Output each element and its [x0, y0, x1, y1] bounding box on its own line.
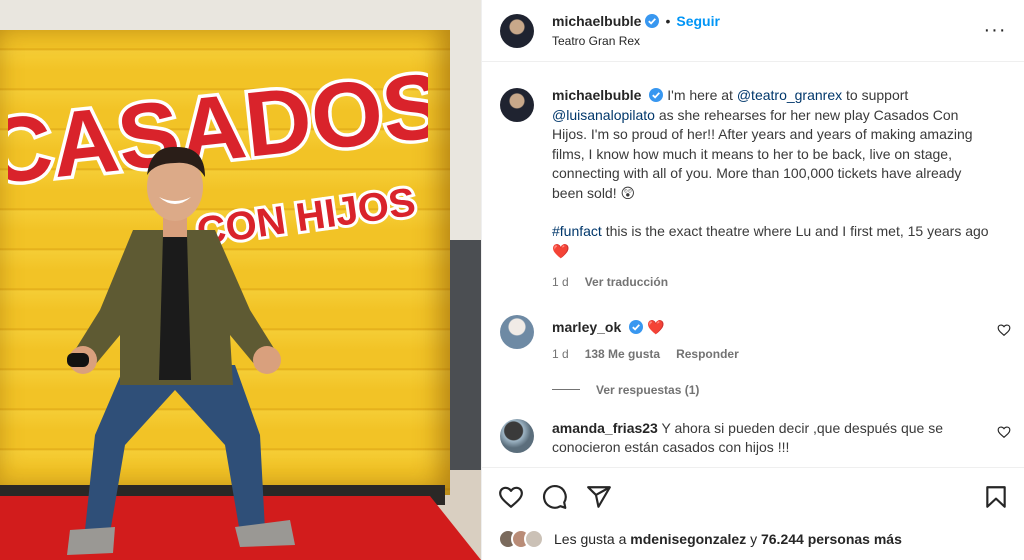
view-replies-label: Ver respuestas (1)	[596, 382, 700, 397]
person-figure	[67, 146, 295, 555]
comment-time[interactable]: 1 d	[552, 345, 569, 365]
caption-part2: to support	[842, 87, 909, 103]
view-replies-button[interactable]: Ver respuestas (1)	[552, 383, 1024, 397]
share-icon[interactable]	[586, 484, 612, 510]
translate-link[interactable]: Ver traducción	[585, 273, 668, 293]
likes-middle: y	[750, 531, 758, 547]
header-text: michaelbuble • Seguir Teatro Gran Rex	[552, 13, 982, 48]
caption-time[interactable]: 1 d	[552, 273, 569, 293]
comment-text: amanda_frias23 Y ahora si pueden decir ,…	[552, 419, 972, 458]
post-photo[interactable]: CASADOS CON HIJOS	[0, 0, 481, 560]
reply-button[interactable]: Responder	[676, 345, 739, 365]
post-side-panel: michaelbuble • Seguir Teatro Gran Rex ··…	[481, 0, 1024, 560]
location-link[interactable]: Teatro Gran Rex	[552, 34, 982, 48]
likes-count[interactable]: 76.244 personas más	[761, 531, 902, 547]
avatar[interactable]	[500, 13, 534, 48]
caption-text: michaelbuble I'm here at @teatro_granrex…	[552, 86, 992, 203]
comment-meta: 1 d 138 Me gusta Responder	[552, 345, 972, 365]
caption-username[interactable]: michaelbuble	[552, 87, 641, 103]
commenter-username[interactable]: amanda_frias23	[552, 420, 658, 436]
caption-paragraph2: #funfact this is the exact theatre where…	[552, 222, 992, 261]
caption-part4: this is the exact theatre where Lu and I…	[552, 223, 989, 259]
comment: amanda_frias23 Y ahora si pueden decir ,…	[482, 418, 1024, 458]
caption-body: michaelbuble I'm here at @teatro_granrex…	[552, 86, 992, 293]
caption-avatar[interactable]	[500, 88, 534, 122]
comment-like-heart-icon[interactable]	[997, 323, 1011, 337]
comment-message: ❤️	[647, 318, 665, 335]
author-username[interactable]: michaelbuble	[552, 13, 641, 29]
comment-text: marley_ok ❤️	[552, 315, 972, 338]
liker-avatars[interactable]	[498, 529, 544, 549]
replies-divider-line	[552, 389, 580, 390]
bookmark-icon[interactable]	[983, 484, 1009, 510]
follow-button[interactable]: Seguir	[676, 13, 720, 29]
liker-avatar	[524, 529, 544, 549]
mention-teatro[interactable]: @teatro_granrex	[737, 87, 842, 103]
caption: michaelbuble I'm here at @teatro_granrex…	[482, 70, 1024, 293]
likes-prefix: Les gusta a	[554, 531, 627, 547]
caption-meta: 1 d Ver traducción	[552, 273, 992, 293]
verified-icon	[645, 14, 660, 28]
actions-bar: Les gusta a mdenisegonzalez y 76.244 per…	[482, 467, 1024, 560]
comment-body: marley_ok ❤️ 1 d 138 Me gusta Responder	[552, 315, 972, 365]
likes-summary: Les gusta a mdenisegonzalez y 76.244 per…	[498, 529, 1009, 549]
hashtag-funfact[interactable]: #funfact	[552, 223, 602, 239]
mention-luisana[interactable]: @luisanalopilato	[552, 107, 655, 123]
verified-icon	[629, 319, 644, 334]
separator-dot: •	[665, 13, 671, 29]
comment-icon[interactable]	[542, 484, 568, 510]
caption-part1: I'm here at	[667, 87, 737, 103]
commenter-avatar[interactable]	[500, 314, 534, 349]
action-row	[498, 484, 1009, 510]
comment-body: amanda_frias23 Y ahora si pueden decir ,…	[552, 419, 972, 458]
verified-icon	[649, 88, 664, 102]
post-header: michaelbuble • Seguir Teatro Gran Rex ··…	[482, 0, 1024, 62]
heart-icon[interactable]	[498, 484, 524, 510]
comment-likes[interactable]: 138 Me gusta	[585, 345, 660, 365]
more-options-icon[interactable]: ···	[982, 19, 1008, 42]
commenter-username[interactable]: marley_ok	[552, 319, 621, 335]
header-line: michaelbuble • Seguir	[552, 13, 982, 29]
comment-like-heart-icon[interactable]	[997, 425, 1011, 439]
comment: marley_ok ❤️ 1 d 138 Me gusta Responder	[482, 314, 1024, 365]
comments-section[interactable]: michaelbuble I'm here at @teatro_granrex…	[482, 70, 1024, 466]
commenter-avatar[interactable]	[500, 418, 534, 453]
liker-username[interactable]: mdenisegonzalez	[630, 531, 746, 547]
